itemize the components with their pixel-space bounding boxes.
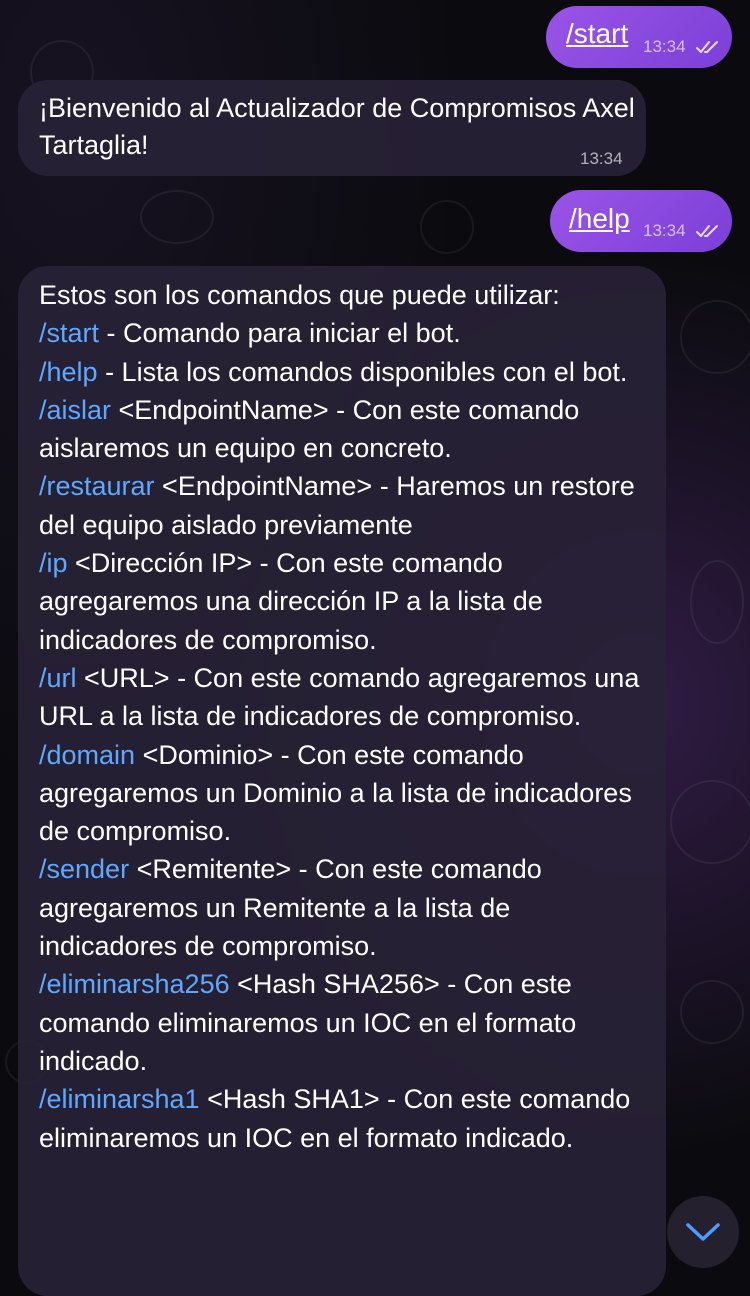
command-link[interactable]: /url [39, 663, 77, 693]
command-link[interactable]: /restaurar [39, 471, 155, 501]
command-description: <URL> - Con este comando agregaremos una… [39, 662, 640, 732]
command-link[interactable]: /eliminarsha1 [39, 1084, 200, 1114]
command-entry: /restaurar <EndpointName> - Haremos un r… [39, 467, 649, 544]
chevron-down-icon [686, 1223, 720, 1241]
message-time: 13:34 [643, 37, 686, 56]
command-link[interactable]: /ip [39, 548, 68, 578]
scroll-to-bottom-button[interactable] [667, 1196, 739, 1268]
command-entry: /domain <Dominio> - Con este comando agr… [39, 736, 649, 851]
command-description: - Lista los comandos disponibles con el … [97, 356, 628, 387]
message-text[interactable]: /start [566, 18, 628, 50]
message-bubble-help[interactable]: /help 13:34 [550, 190, 732, 252]
command-link[interactable]: /eliminarsha256 [39, 969, 230, 999]
command-entry: /start - Comando para iniciar el bot. [39, 314, 649, 352]
command-entry: /aislar <EndpointName> - Con este comand… [39, 391, 649, 468]
command-link[interactable]: /sender [39, 854, 129, 884]
command-description: <EndpointName> - Con este comando aislar… [39, 394, 580, 464]
command-entry: /eliminarsha1 <Hash SHA1> - Con este com… [39, 1080, 649, 1157]
double-check-icon [696, 41, 718, 53]
command-link[interactable]: /aislar [39, 395, 111, 425]
double-check-icon [696, 225, 718, 237]
help-reply-body: Estos son los comandos que puede utiliza… [39, 276, 649, 1157]
command-link[interactable]: /help [39, 357, 98, 387]
command-link[interactable]: /domain [39, 740, 135, 770]
chat-messages[interactable]: /start 13:34 ¡Bienvenido al Actualizador… [0, 0, 750, 1296]
message-time: 13:34 [643, 221, 686, 240]
message-bubble-start[interactable]: /start 13:34 [546, 6, 732, 68]
command-entry: /help - Lista los comandos disponibles c… [39, 353, 649, 391]
command-entry: /ip <Dirección IP> - Con este comando ag… [39, 544, 649, 659]
command-link[interactable]: /start [39, 318, 99, 348]
message-text[interactable]: /help [569, 203, 630, 235]
message-text: ¡Bienvenido al Actualizador de Compromis… [39, 93, 635, 160]
command-description: <Dirección IP> - Con este comando agrega… [39, 548, 543, 655]
command-entry: /eliminarsha256 <Hash SHA256> - Con este… [39, 965, 649, 1080]
command-description: - Comando para iniciar el bot. [99, 318, 461, 349]
help-intro: Estos son los comandos que puede utiliza… [39, 280, 560, 310]
message-time: 13:34 [580, 149, 623, 168]
command-entry: /sender <Remitente> - Con este comando a… [39, 850, 649, 965]
command-entry: /url <URL> - Con este comando agregaremo… [39, 659, 649, 736]
